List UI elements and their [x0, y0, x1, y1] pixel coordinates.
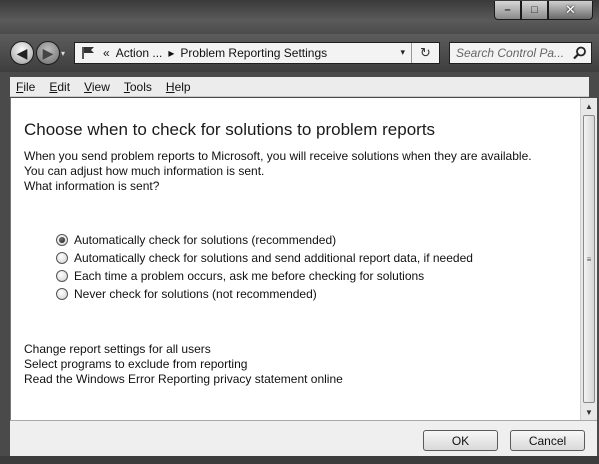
menu-help[interactable]: Help [160, 80, 199, 94]
menu-help-rest: elp [174, 79, 191, 94]
breadcrumb-separator-icon[interactable]: ▸ [168, 46, 174, 60]
page-title: Choose when to check for solutions to pr… [24, 120, 436, 139]
radio-button[interactable] [56, 252, 68, 264]
scroll-grip-icon: ≡ [586, 254, 592, 264]
option-auto-check-send-data[interactable]: Automatically check for solutions and se… [56, 249, 473, 267]
change-settings-all-users-link[interactable]: Change report settings for all users [24, 342, 211, 356]
option-never-check[interactable]: Never check for solutions (not recommend… [56, 285, 473, 303]
window-frame-bottom [0, 456, 599, 464]
description: When you send problem reports to Microso… [24, 149, 574, 194]
breadcrumb-overflow[interactable]: « [103, 46, 110, 60]
breadcrumb-problem-reporting-settings[interactable]: Problem Reporting Settings [180, 46, 327, 60]
cancel-button[interactable]: Cancel [510, 430, 585, 451]
address-dropdown-icon[interactable]: ▾ [400, 47, 405, 58]
radio-button-checked[interactable] [56, 234, 68, 246]
menu-edit-rest: dit [57, 79, 71, 94]
dialog-footer: OK Cancel [10, 420, 597, 456]
title-bar[interactable]: – □ ✕ [0, 0, 599, 34]
search-box[interactable]: Search Control Pa... [449, 42, 592, 64]
refresh-button[interactable]: ↻ [411, 43, 439, 63]
forward-arrow-icon: ▶ [42, 44, 54, 61]
option-label[interactable]: Each time a problem occurs, ask me befor… [74, 269, 424, 283]
breadcrumb-action-center[interactable]: Action ... [116, 46, 163, 60]
menu-tools[interactable]: Tools [118, 80, 160, 94]
description-line-2: You can adjust how much information is s… [24, 164, 265, 178]
description-line-1: When you send problem reports to Microso… [24, 149, 532, 163]
option-label[interactable]: Automatically check for solutions (recom… [74, 233, 336, 247]
menu-tools-rest: ools [129, 79, 152, 94]
ok-button[interactable]: OK [423, 430, 498, 451]
menu-view-rest: iew [91, 79, 110, 94]
option-ask-me[interactable]: Each time a problem occurs, ask me befor… [56, 267, 473, 285]
address-bar[interactable]: « Action ... ▸ Problem Reporting Setting… [74, 42, 440, 64]
scroll-up-icon[interactable]: ▲ [581, 98, 597, 114]
radio-button[interactable] [56, 270, 68, 282]
navigation-bar: ◀ ▶ ▾ « Action ... ▸ Problem Reporting S… [0, 34, 599, 72]
privacy-statement-link[interactable]: Read the Windows Error Reporting privacy… [24, 372, 343, 386]
menu-help-accel: H [165, 79, 175, 94]
scroll-down-icon[interactable]: ▼ [581, 404, 597, 420]
maximize-button[interactable]: □ [521, 1, 548, 20]
solution-check-options: Automatically check for solutions (recom… [56, 231, 473, 303]
menu-file[interactable]: File [10, 80, 43, 94]
search-input[interactable]: Search Control Pa... [450, 46, 568, 60]
menu-edit[interactable]: Edit [43, 80, 78, 94]
control-panel-window: – □ ✕ ◀ ▶ ▾ « Action ... ▸ Problem Repor… [0, 0, 599, 464]
menu-bar: File Edit View Tools Help [10, 77, 589, 97]
settings-content: Choose when to check for solutions to pr… [10, 98, 580, 420]
menu-view[interactable]: View [78, 80, 118, 94]
menu-file-rest: ile [23, 79, 36, 94]
minimize-button[interactable]: – [494, 1, 521, 20]
option-label[interactable]: Never check for solutions (not recommend… [74, 287, 317, 301]
option-auto-check[interactable]: Automatically check for solutions (recom… [56, 231, 473, 249]
recent-pages-dropdown[interactable]: ▾ [61, 49, 65, 58]
what-info-link[interactable]: What information is sent? [24, 179, 574, 194]
scroll-thumb[interactable]: ≡ [583, 115, 595, 403]
option-label[interactable]: Automatically check for solutions and se… [74, 251, 473, 265]
search-icon[interactable] [573, 46, 587, 60]
back-button[interactable]: ◀ [10, 41, 34, 65]
refresh-icon: ↻ [420, 45, 431, 60]
vertical-scrollbar[interactable]: ▲ ≡ ▼ [580, 98, 597, 420]
select-programs-exclude-link[interactable]: Select programs to exclude from reportin… [24, 357, 247, 371]
caption-buttons: – □ ✕ [494, 1, 593, 20]
close-button[interactable]: ✕ [548, 1, 593, 20]
action-center-flag-icon [81, 46, 97, 60]
menu-view-accel: V [84, 79, 92, 94]
back-arrow-icon: ◀ [16, 44, 28, 61]
radio-button[interactable] [56, 288, 68, 300]
forward-button[interactable]: ▶ [36, 41, 60, 65]
